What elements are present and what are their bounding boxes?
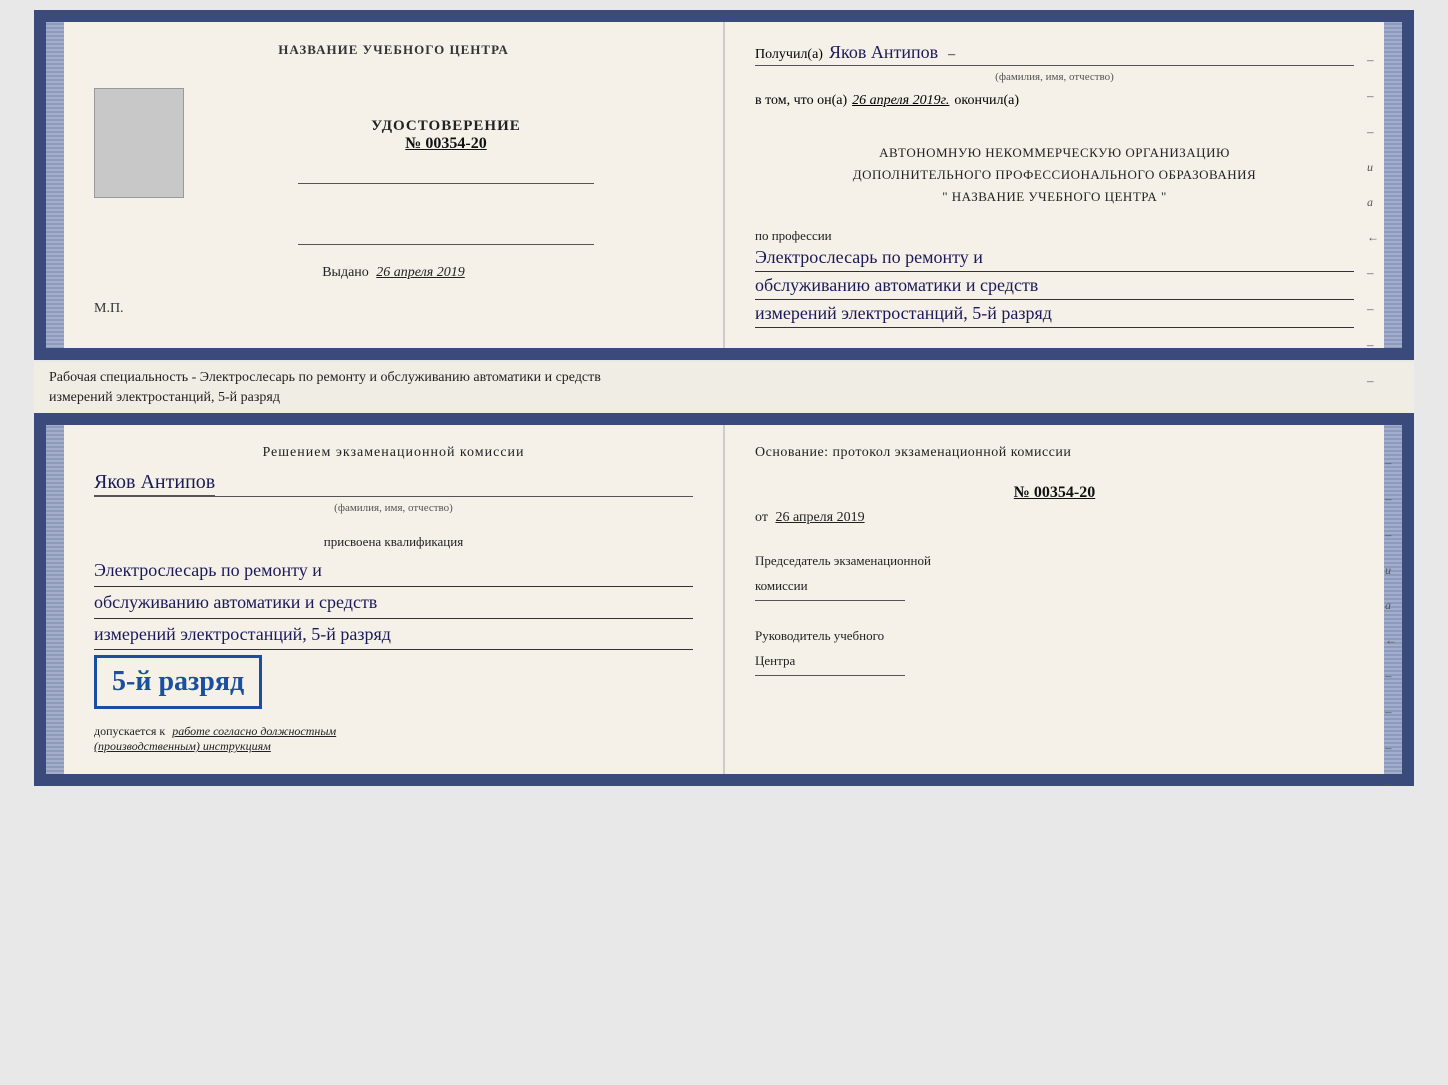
between-text: Рабочая специальность - Электрослесарь п… <box>34 362 1414 413</box>
chairman-block: Председатель экзаменационной комиссии <box>755 551 1354 616</box>
decision-text: Решением экзаменационной комиссии <box>94 445 693 461</box>
protocol-number: № 00354-20 <box>755 484 1354 502</box>
spine-left-top <box>46 22 64 348</box>
qual-line1: Электрослесарь по ремонту и <box>94 555 693 587</box>
received-prefix: Получил(а) <box>755 47 823 63</box>
dash-3: – <box>1367 124 1379 140</box>
issued-prefix: Выдано <box>322 265 369 280</box>
issued-line: Выдано 26 апреля 2019 <box>322 265 465 281</box>
chairman-title-2: комиссии <box>755 576 1354 596</box>
profession-line3: измерений электростанций, 5-й разряд <box>755 300 1354 328</box>
confirm-suffix: окончил(а) <box>954 93 1019 109</box>
dash-b4: и <box>1385 563 1397 578</box>
profession-label: по профессии <box>755 228 1354 244</box>
org-line1: АВТОНОМНУЮ НЕКОММЕРЧЕСКУЮ ОРГАНИЗАЦИЮ <box>755 142 1354 164</box>
dash-6: ← <box>1367 230 1379 245</box>
date-value: 26 апреля 2019 <box>775 510 864 525</box>
org-line3: " НАЗВАНИЕ УЧЕБНОГО ЦЕНТРА " <box>755 186 1354 208</box>
dash-b3: – <box>1385 527 1397 543</box>
qual-line3: измерений электростанций, 5-й разряд <box>94 619 693 651</box>
person-name-top: Яков Антипов <box>829 42 938 63</box>
document-wrapper: НАЗВАНИЕ УЧЕБНОГО ЦЕНТРА УДОСТОВЕРЕНИЕ №… <box>34 10 1414 786</box>
confirm-date: 26 апреля 2019г. <box>852 93 949 109</box>
dash-8: – <box>1367 301 1379 317</box>
allowed-text: допускается к работе согласно должностны… <box>94 724 693 739</box>
director-title-2: Центра <box>755 651 1354 671</box>
dash-b6: ← <box>1385 633 1397 648</box>
page-left-bottom: Решением экзаменационной комиссии Яков А… <box>64 425 725 774</box>
allowed-italic: работе согласно должностным <box>172 724 336 738</box>
dash-b10: – <box>1385 776 1397 792</box>
dash-7: – <box>1367 265 1379 281</box>
profession-line2: обслуживанию автоматики и средств <box>755 272 1354 300</box>
protocol-date: от 26 апреля 2019 <box>755 510 1354 526</box>
page-right-top: Получил(а) Яков Антипов – (фамилия, имя,… <box>725 22 1384 348</box>
issued-date: 26 апреля 2019 <box>376 265 464 280</box>
divider-1 <box>298 183 594 184</box>
dash-b5: а <box>1385 598 1397 613</box>
dash-10: – <box>1367 373 1379 389</box>
qualification-label: присвоена квалификация <box>94 534 693 550</box>
cert-number: № 00354-20 <box>405 135 486 153</box>
person-name-bottom: Яков Антипов <box>94 471 215 496</box>
page-left-top: НАЗВАНИЕ УЧЕБНОГО ЦЕНТРА УДОСТОВЕРЕНИЕ №… <box>64 22 725 348</box>
dash-b8: – <box>1385 704 1397 720</box>
dash-b2: – <box>1385 491 1397 507</box>
org-line2: ДОПОЛНИТЕЛЬНОГО ПРОФЕССИОНАЛЬНОГО ОБРАЗО… <box>755 164 1354 186</box>
director-signature-line <box>755 675 905 676</box>
photo-placeholder <box>94 88 184 198</box>
dash-2: – <box>1367 88 1379 104</box>
dash-b1: – <box>1385 455 1397 471</box>
page-right-bottom: Основание: протокол экзаменационной коми… <box>725 425 1384 774</box>
dash-4: и <box>1367 160 1379 175</box>
profession-line1: Электрослесарь по ремонту и <box>755 244 1354 272</box>
chairman-signature-line <box>755 600 905 601</box>
rank-badge: 5-й разряд <box>94 655 262 709</box>
divider-2 <box>298 244 594 245</box>
director-block: Руководитель учебного Центра <box>755 626 1354 691</box>
booklet-bottom: Решением экзаменационной комиссии Яков А… <box>34 413 1414 786</box>
dash-5: а <box>1367 195 1379 210</box>
name-subtitle-bottom: (фамилия, имя, отчество) <box>94 502 693 514</box>
allowed-prefix: допускается к <box>94 724 165 738</box>
mp-label: М.П. <box>94 301 124 317</box>
spine-right-top <box>1384 22 1402 348</box>
qual-line2: обслуживанию автоматики и средств <box>94 587 693 619</box>
org-name-left: НАЗВАНИЕ УЧЕБНОГО ЦЕНТРА <box>278 42 509 58</box>
dash-b7: – <box>1385 668 1397 684</box>
booklet-top: НАЗВАНИЕ УЧЕБНОГО ЦЕНТРА УДОСТОВЕРЕНИЕ №… <box>34 10 1414 360</box>
chairman-title-1: Председатель экзаменационной <box>755 551 1354 571</box>
spine-left-bottom <box>46 425 64 774</box>
director-title-1: Руководитель учебного <box>755 626 1354 646</box>
between-text-content: Рабочая специальность - Электрослесарь п… <box>49 370 601 405</box>
dash-b9: – <box>1385 740 1397 756</box>
name-subtitle-top: (фамилия, имя, отчество) <box>755 71 1354 83</box>
cert-label: УДОСТОВЕРЕНИЕ <box>371 118 521 135</box>
dash-9: – <box>1367 337 1379 353</box>
basis-text: Основание: протокол экзаменационной коми… <box>755 445 1354 461</box>
dash-1: – <box>1367 52 1379 68</box>
confirm-prefix: в том, что он(а) <box>755 93 847 109</box>
date-prefix: от <box>755 510 768 525</box>
allowed-italic2: (производственным) инструкциям <box>94 739 693 754</box>
